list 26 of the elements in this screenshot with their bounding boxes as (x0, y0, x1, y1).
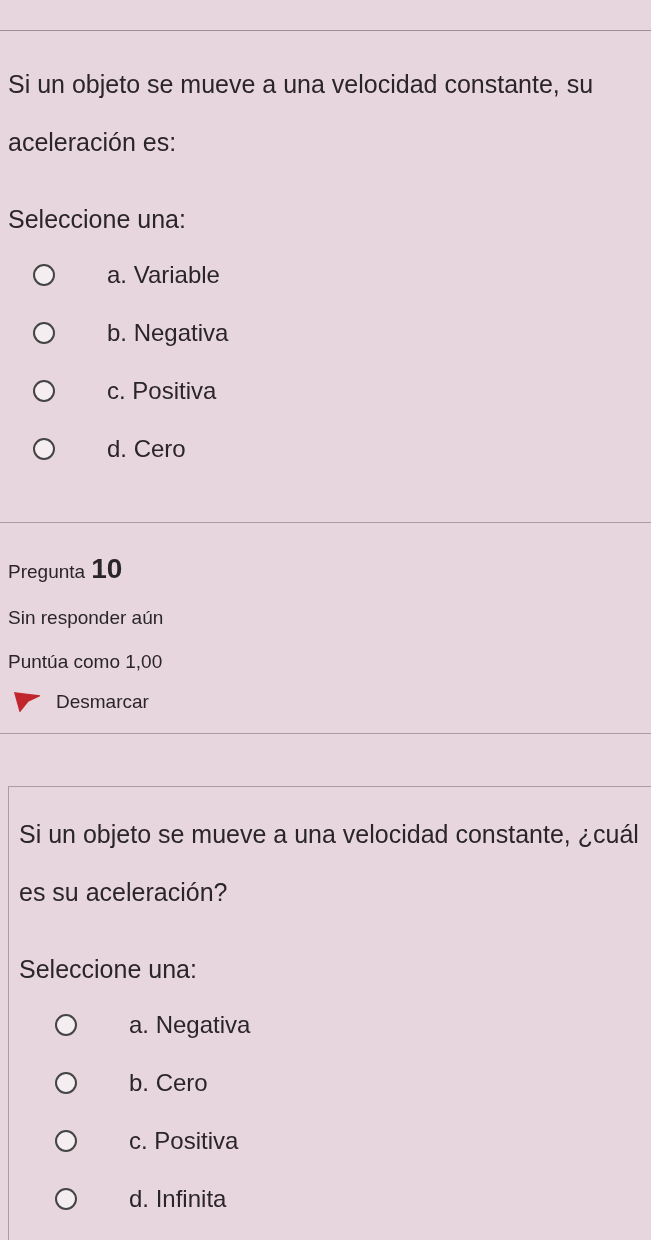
radio-button[interactable] (33, 380, 55, 402)
status-text: Sin responder aún (8, 607, 165, 629)
option-label: b. Cero (129, 1069, 208, 1097)
radio-button[interactable] (55, 1072, 77, 1094)
option-label: a. Variable (107, 261, 220, 289)
radio-button[interactable] (33, 264, 55, 286)
score-text: Puntúa como 1,00 (8, 651, 164, 673)
option-label: b. Negativa (107, 319, 229, 347)
question-number: 10 (91, 553, 123, 585)
flag-icon[interactable] (14, 692, 40, 712)
radio-button[interactable] (55, 1188, 77, 1210)
question-text: Si un objeto se mueve a una velocidad constante, ¿cuál es su aceleración? (19, 819, 640, 908)
radio-button[interactable] (33, 322, 55, 344)
option-label: c. Positiva (129, 1127, 239, 1155)
option-label: d. Infinita (129, 1185, 227, 1213)
radio-button[interactable] (55, 1014, 77, 1036)
question-text: Si un objeto se mueve a una velocidad constante, su aceleración es: (8, 69, 595, 158)
question-title: Pregunta (8, 561, 86, 583)
option-label: d. Cero (107, 435, 186, 463)
option-label: c. Positiva (107, 377, 217, 405)
prompt-text: Seleccione una: (19, 955, 197, 984)
unflag-link[interactable]: Desmarcar (56, 691, 149, 713)
radio-button[interactable] (33, 438, 55, 460)
radio-button[interactable] (55, 1130, 77, 1152)
option-label: a. Negativa (129, 1011, 251, 1039)
prompt-text: Seleccione una: (8, 205, 186, 234)
